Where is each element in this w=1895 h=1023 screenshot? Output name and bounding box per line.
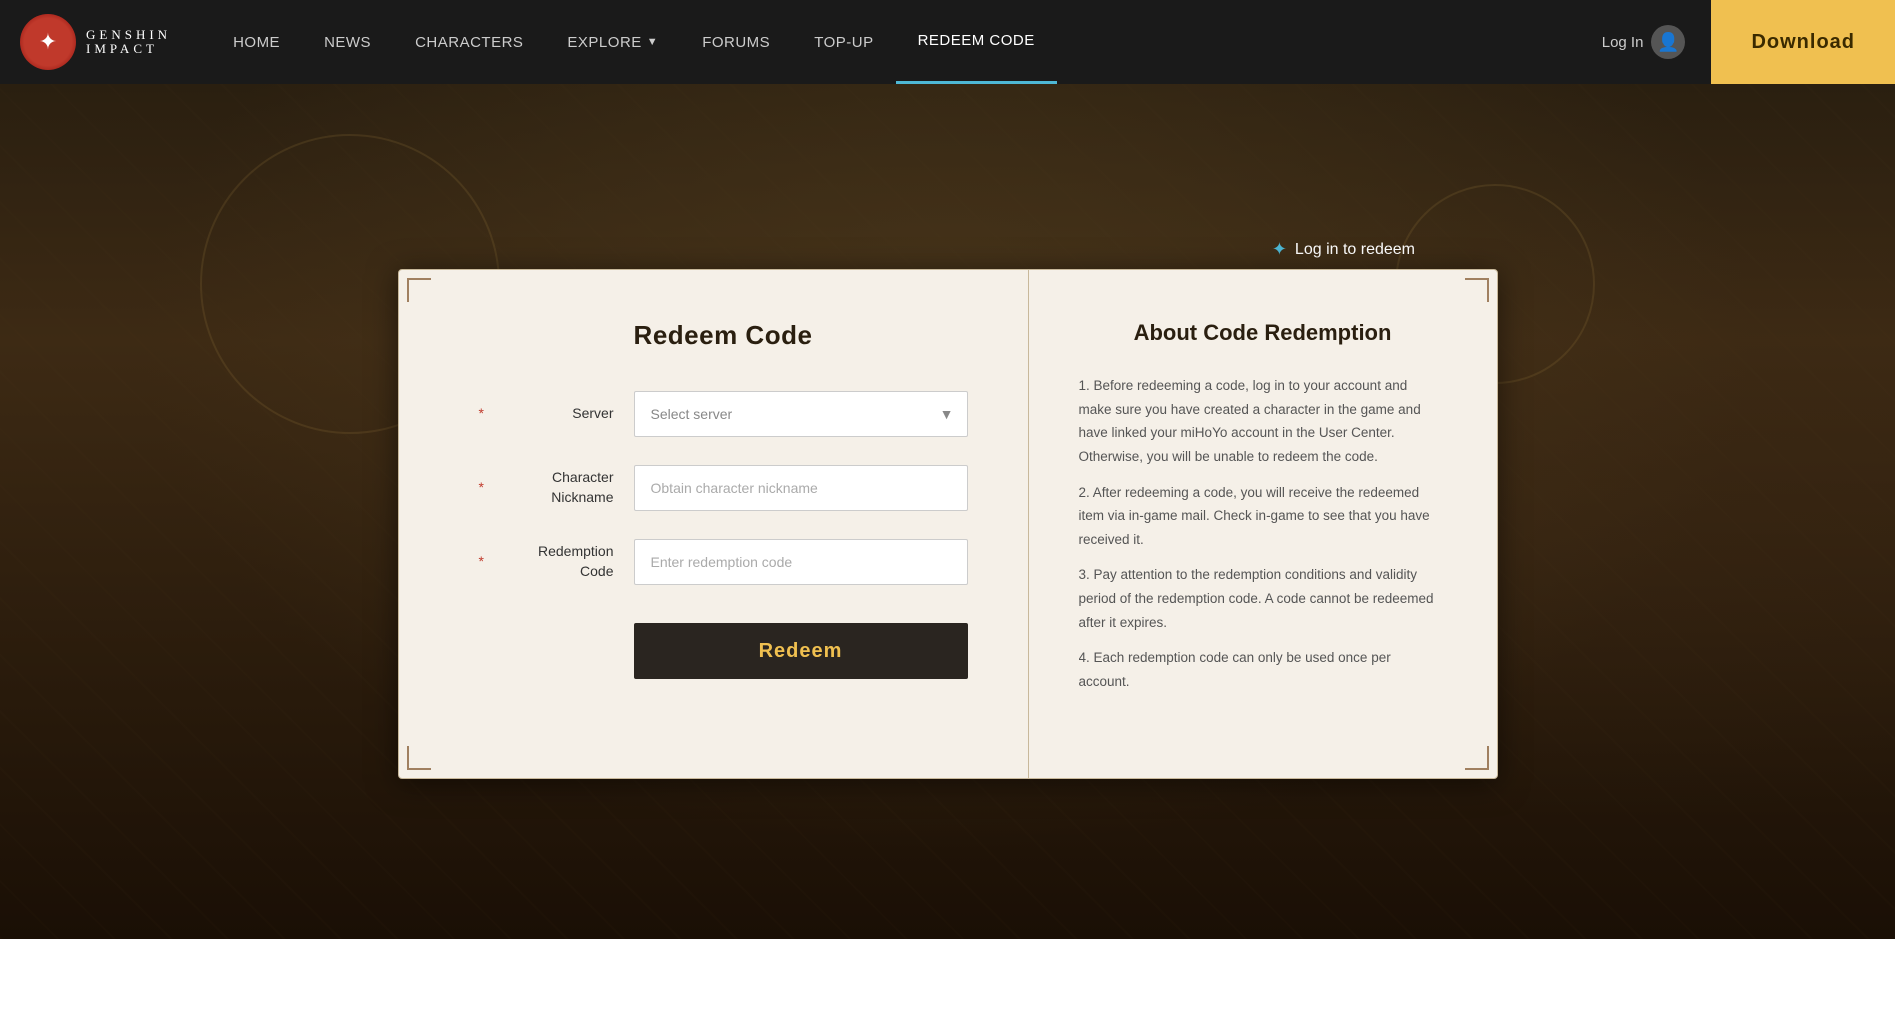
nav-redeem-code[interactable]: REDEEM CODE	[896, 0, 1057, 84]
navbar: ✦ GENSHIN IMPACT HOME NEWS CHARACTERS EX…	[0, 0, 1895, 84]
nav-forums[interactable]: FORUMS	[680, 0, 792, 84]
nickname-label: * Character Nickname	[479, 468, 634, 507]
about-title: About Code Redemption	[1079, 320, 1447, 346]
nav-links: HOME NEWS CHARACTERS EXPLORE ▼ FORUMS TO…	[191, 0, 1586, 84]
submit-row: Redeem	[634, 613, 968, 679]
nickname-input[interactable]	[634, 465, 968, 511]
star-icon: ✦	[1272, 239, 1287, 260]
server-select-wrapper: Select server ▼	[634, 391, 968, 437]
download-button[interactable]: Download	[1711, 0, 1895, 84]
user-avatar-icon: 👤	[1651, 25, 1685, 59]
code-label: * Redemption Code	[479, 542, 634, 581]
login-button[interactable]: Log In 👤	[1586, 25, 1702, 59]
about-point-4: 4. Each redemption code can only be used…	[1079, 646, 1437, 693]
logo-text: GENSHIN IMPACT	[86, 28, 171, 57]
nav-explore[interactable]: EXPLORE ▼	[545, 0, 680, 84]
about-point-2: 2. After redeeming a code, you will rece…	[1079, 481, 1437, 552]
nav-news[interactable]: NEWS	[302, 0, 393, 84]
server-select[interactable]: Select server	[634, 391, 968, 437]
about-panel: About Code Redemption 1. Before redeemin…	[1029, 270, 1497, 778]
corner-bl	[407, 746, 431, 770]
redeem-form-panel: Redeem Code * Server Select server ▼ *	[399, 270, 1029, 778]
about-point-1: 1. Before redeeming a code, log in to yo…	[1079, 374, 1437, 469]
about-point-3: 3. Pay attention to the redemption condi…	[1079, 563, 1437, 634]
code-input[interactable]	[634, 539, 968, 585]
explore-chevron-icon: ▼	[647, 36, 658, 48]
about-content: 1. Before redeeming a code, log in to yo…	[1079, 374, 1447, 706]
required-marker: *	[479, 404, 484, 424]
main-panel: Redeem Code * Server Select server ▼ *	[398, 269, 1498, 779]
hero-section: ✦ Log in to redeem Redeem Code * Server …	[0, 84, 1895, 939]
log-in-redeem[interactable]: ✦ Log in to redeem	[1272, 239, 1415, 260]
nickname-row: * Character Nickname	[479, 465, 968, 511]
code-row: * Redemption Code	[479, 539, 968, 585]
server-label: * Server	[479, 404, 634, 424]
nav-characters[interactable]: CHARACTERS	[393, 0, 545, 84]
corner-tl	[407, 278, 431, 302]
code-required: *	[479, 552, 484, 572]
nav-topup[interactable]: TOP-UP	[792, 0, 895, 84]
logo-icon: ✦	[20, 14, 76, 70]
nav-right: Log In 👤 Download	[1586, 0, 1895, 84]
form-title: Redeem Code	[479, 320, 968, 351]
nav-home[interactable]: HOME	[211, 0, 302, 84]
server-row: * Server Select server ▼	[479, 391, 968, 437]
logo[interactable]: ✦ GENSHIN IMPACT	[0, 14, 191, 70]
redeem-button[interactable]: Redeem	[634, 623, 968, 679]
nickname-required: *	[479, 478, 484, 498]
